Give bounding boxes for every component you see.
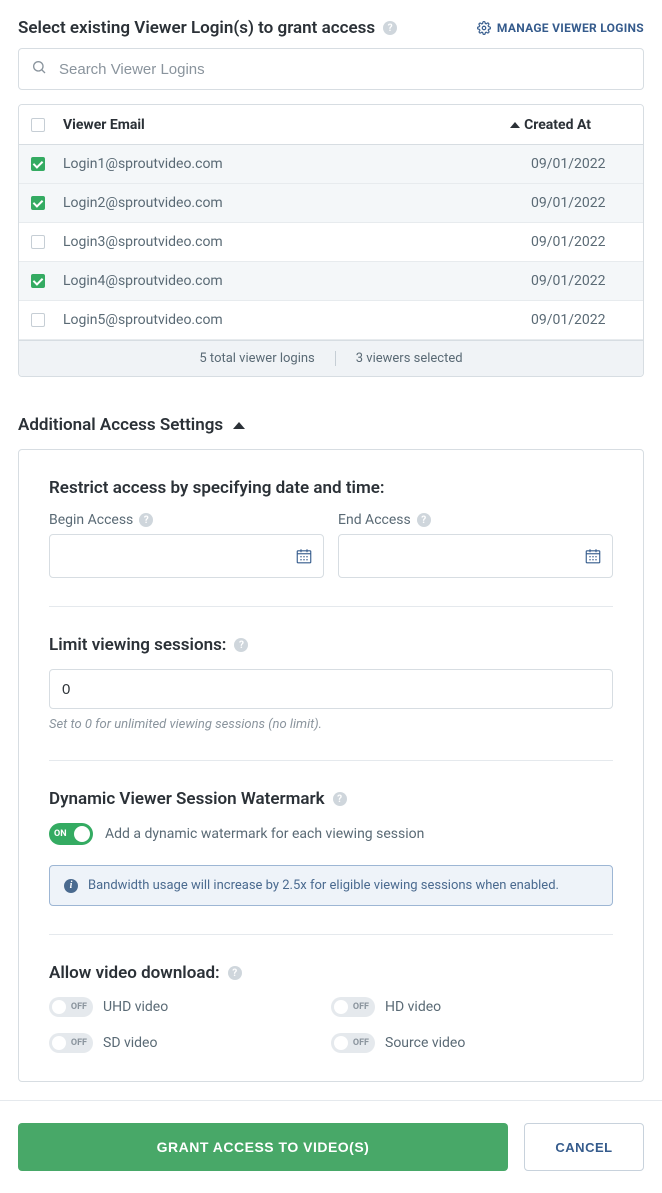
source-label: Source video <box>385 1035 465 1051</box>
uhd-toggle[interactable]: OFF <box>49 997 93 1017</box>
select-all-cell[interactable] <box>31 118 59 132</box>
row-email: Login1@sproutvideo.com <box>59 156 531 172</box>
row-email: Login3@sproutvideo.com <box>59 234 531 250</box>
manage-link-text: MANAGE VIEWER LOGINS <box>497 21 644 35</box>
manage-viewer-logins-link[interactable]: MANAGE VIEWER LOGINS <box>477 21 644 35</box>
date-row: Begin Access ? End Access ? <box>49 512 613 578</box>
settings-card: Restrict access by specifying date and t… <box>18 449 644 1082</box>
gear-icon <box>477 21 491 35</box>
row-email: Login2@sproutvideo.com <box>59 195 531 211</box>
calendar-icon <box>295 547 313 565</box>
hd-label: HD video <box>385 999 441 1015</box>
table-header: Viewer Email Created At <box>19 105 643 145</box>
info-text: Bandwidth usage will increase by 2.5x fo… <box>88 878 559 893</box>
end-access-col: End Access ? <box>338 512 613 578</box>
additional-settings-toggle[interactable]: Additional Access Settings <box>18 415 644 435</box>
search-icon <box>31 59 57 79</box>
download-source: OFF Source video <box>331 1033 613 1053</box>
table-row[interactable]: Login5@sproutvideo.com 09/01/2022 <box>19 301 643 340</box>
begin-access-label: Begin Access ? <box>49 512 324 528</box>
footer-divider <box>335 351 336 366</box>
row-checkbox[interactable] <box>31 235 45 249</box>
end-access-input[interactable] <box>338 534 613 578</box>
table-row[interactable]: Login2@sproutvideo.com 09/01/2022 <box>19 184 643 223</box>
download-grid: OFF UHD video OFF HD video OFF SD video … <box>49 997 613 1053</box>
sd-toggle[interactable]: OFF <box>49 1033 93 1053</box>
download-uhd: OFF UHD video <box>49 997 331 1017</box>
begin-access-input[interactable] <box>49 534 324 578</box>
row-date: 09/01/2022 <box>531 234 631 250</box>
source-toggle[interactable]: OFF <box>331 1033 375 1053</box>
column-header-created-text: Created At <box>524 117 591 133</box>
logins-table: Viewer Email Created At Login1@sproutvid… <box>18 104 644 377</box>
limit-sessions-input[interactable] <box>49 669 613 709</box>
sd-label: SD video <box>103 1035 157 1051</box>
watermark-toggle[interactable]: ON <box>49 823 93 845</box>
page-title: Select existing Viewer Login(s) to grant… <box>18 18 397 38</box>
bandwidth-info: i Bandwidth usage will increase by 2.5x … <box>49 865 613 906</box>
row-checkbox[interactable] <box>31 196 45 210</box>
header-row: Select existing Viewer Login(s) to grant… <box>18 18 644 38</box>
search-box[interactable] <box>18 48 644 90</box>
calendar-icon <box>584 547 602 565</box>
additional-heading-text: Additional Access Settings <box>18 415 223 435</box>
footer-total: 5 total viewer logins <box>199 351 314 366</box>
column-header-created[interactable]: Created At <box>510 117 631 133</box>
download-sd: OFF SD video <box>49 1033 331 1053</box>
help-icon[interactable]: ? <box>383 21 397 35</box>
toggle-on-label: ON <box>54 829 67 839</box>
row-email: Login4@sproutvideo.com <box>59 273 531 289</box>
info-icon: i <box>64 879 78 893</box>
main-panel: Select existing Viewer Login(s) to grant… <box>0 0 662 1100</box>
limit-hint: Set to 0 for unlimited viewing sessions … <box>49 717 613 732</box>
separator <box>49 760 613 761</box>
grant-access-button[interactable]: GRANT ACCESS TO VIDEO(S) <box>18 1123 508 1171</box>
begin-access-col: Begin Access ? <box>49 512 324 578</box>
limit-heading: Limit viewing sessions: ? <box>49 635 613 655</box>
row-date: 09/01/2022 <box>531 312 631 328</box>
chevron-up-icon <box>233 422 245 429</box>
page-title-text: Select existing Viewer Login(s) to grant… <box>18 18 375 38</box>
table-footer: 5 total viewer logins 3 viewers selected <box>19 340 643 376</box>
help-icon[interactable]: ? <box>228 966 242 980</box>
help-icon[interactable]: ? <box>139 513 153 527</box>
column-header-email[interactable]: Viewer Email <box>59 117 510 133</box>
separator <box>49 606 613 607</box>
watermark-row: ON Add a dynamic watermark for each view… <box>49 823 613 845</box>
cancel-button[interactable]: CANCEL <box>524 1123 644 1171</box>
table-row[interactable]: Login1@sproutvideo.com 09/01/2022 <box>19 145 643 184</box>
row-email: Login5@sproutvideo.com <box>59 312 531 328</box>
help-icon[interactable]: ? <box>417 513 431 527</box>
restrict-heading: Restrict access by specifying date and t… <box>49 478 613 498</box>
table-row[interactable]: Login3@sproutvideo.com 09/01/2022 <box>19 223 643 262</box>
row-date: 09/01/2022 <box>531 195 631 211</box>
row-checkbox[interactable] <box>31 313 45 327</box>
download-hd: OFF HD video <box>331 997 613 1017</box>
separator <box>49 934 613 935</box>
footer-selected: 3 viewers selected <box>356 351 463 366</box>
watermark-text: Add a dynamic watermark for each viewing… <box>105 826 424 842</box>
download-heading: Allow video download: ? <box>49 963 613 983</box>
watermark-heading: Dynamic Viewer Session Watermark ? <box>49 789 613 809</box>
select-all-checkbox[interactable] <box>31 118 45 132</box>
search-input[interactable] <box>57 60 631 79</box>
sort-asc-icon <box>510 122 520 128</box>
help-icon[interactable]: ? <box>234 638 248 652</box>
row-checkbox[interactable] <box>31 157 45 171</box>
footer-actions: GRANT ACCESS TO VIDEO(S) CANCEL <box>0 1100 662 1193</box>
help-icon[interactable]: ? <box>333 792 347 806</box>
uhd-label: UHD video <box>103 999 168 1015</box>
table-row[interactable]: Login4@sproutvideo.com 09/01/2022 <box>19 262 643 301</box>
row-checkbox[interactable] <box>31 274 45 288</box>
row-date: 09/01/2022 <box>531 273 631 289</box>
row-date: 09/01/2022 <box>531 156 631 172</box>
end-access-label: End Access ? <box>338 512 613 528</box>
hd-toggle[interactable]: OFF <box>331 997 375 1017</box>
